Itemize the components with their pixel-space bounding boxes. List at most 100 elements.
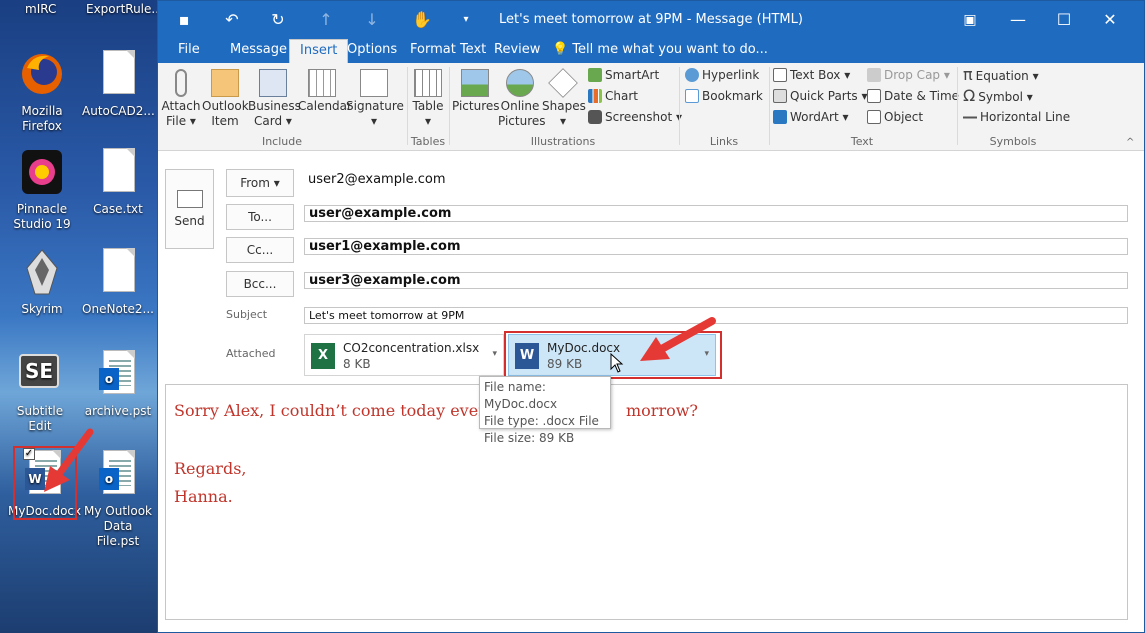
wordart-button[interactable]: WordArt ▾: [773, 107, 849, 127]
date-time-button[interactable]: Date & Time: [867, 86, 959, 106]
table-button[interactable]: Table ▾: [410, 69, 446, 129]
attached-label: Attached: [226, 347, 276, 360]
desktop-icon-onenote[interactable]: OneNote2...: [82, 248, 154, 317]
globe-icon: [685, 68, 699, 82]
shapes-button[interactable]: Shapes ▾: [542, 68, 586, 129]
quick-parts-button[interactable]: Quick Parts ▾: [773, 86, 868, 106]
desktop-icon-autocad[interactable]: AutoCAD2...: [82, 50, 155, 119]
tab-review[interactable]: Review: [484, 39, 550, 63]
hyperlink-button[interactable]: Hyperlink: [685, 65, 759, 85]
camera-icon: [588, 110, 602, 124]
horizontal-line-button[interactable]: Horizontal Line: [963, 107, 1070, 127]
desktop-icon-pinnacle[interactable]: Pinnacle Studio 19: [6, 148, 78, 232]
signature-icon: [360, 69, 388, 97]
object-icon: [867, 110, 881, 124]
desktop-icon-subtitle-edit[interactable]: SE Subtitle Edit: [4, 350, 76, 434]
calendar-icon: [308, 69, 336, 97]
equation-button[interactable]: π Equation ▾: [963, 65, 1039, 85]
desktop-icon-firefox[interactable]: Mozilla Firefox: [6, 50, 78, 134]
tab-message[interactable]: Message: [220, 39, 297, 63]
minimize-icon[interactable]: —: [1006, 9, 1030, 31]
shapes-icon: [548, 68, 578, 98]
bcc-field[interactable]: user3@example.com: [304, 272, 1128, 289]
envelope-icon: [211, 69, 239, 97]
bookmark-button[interactable]: Bookmark: [685, 86, 763, 106]
collapse-ribbon-icon[interactable]: ^: [1126, 137, 1134, 148]
group-label-include: Include: [261, 135, 303, 148]
text-box-icon: [773, 68, 787, 82]
business-card-icon: [259, 69, 287, 97]
outlook-item-button[interactable]: Outlook Item: [202, 69, 249, 129]
from-button[interactable]: From ▾: [226, 169, 294, 197]
body-line-1a: Sorry Alex, I couldn’t come today evenin: [174, 401, 504, 420]
calendar-clock-icon: [867, 89, 881, 103]
business-card-button[interactable]: Business Card ▾: [248, 69, 301, 129]
attachment-xlsx[interactable]: X CO2concentration.xlsx 8 KB ▾: [304, 334, 504, 376]
body-line-regards: Regards,: [174, 459, 247, 478]
chart-button[interactable]: Chart: [588, 86, 638, 106]
lightbulb-icon: 💡: [552, 42, 569, 57]
subtitle-edit-icon: SE: [19, 354, 59, 388]
wordart-icon: [773, 110, 787, 124]
ribbon-tabs: File Message Insert Options Format Text …: [158, 39, 1144, 63]
attachment-tooltip: File name: MyDoc.docx File type: .docx F…: [479, 376, 611, 445]
desktop-icon-skyrim[interactable]: Skyrim: [6, 248, 78, 317]
object-button[interactable]: Object: [867, 107, 923, 127]
group-label-links: Links: [709, 135, 739, 148]
bookmark-icon: [685, 89, 699, 103]
text-box-button[interactable]: Text Box ▾: [773, 65, 850, 85]
tab-options[interactable]: Options: [337, 39, 407, 63]
smartart-icon: [588, 68, 602, 82]
online-pictures-icon: [506, 69, 534, 97]
skyrim-icon: [26, 249, 58, 295]
message-body[interactable]: Sorry Alex, I couldn’t come today evenin…: [165, 384, 1128, 620]
pinnacle-icon: [22, 150, 62, 194]
excel-icon: X: [311, 343, 335, 369]
tab-format-text[interactable]: Format Text: [400, 39, 496, 63]
to-button[interactable]: To...: [226, 204, 294, 230]
cc-button[interactable]: Cc...: [226, 237, 294, 263]
outlook-icon: o: [99, 368, 119, 390]
document-icon: [103, 248, 135, 292]
subject-label: Subject: [226, 308, 268, 321]
attachment-dropdown-icon[interactable]: ▾: [492, 349, 497, 359]
smartart-button[interactable]: SmartArt: [588, 65, 659, 85]
tell-me-search[interactable]: 💡 Tell me what you want to do...: [542, 39, 778, 63]
ribbon-display-icon[interactable]: ▣: [958, 9, 982, 31]
desktop-icon-case-txt[interactable]: Case.txt: [82, 148, 154, 217]
body-line-1b: morrow?: [626, 401, 699, 420]
desktop-top-label-mirc: mIRC: [25, 2, 57, 16]
body-line-name: Hanna.: [174, 487, 233, 506]
bcc-button[interactable]: Bcc...: [226, 271, 294, 297]
ribbon: Attach File ▾ Outlook Item Business Card ▾ …: [158, 63, 1144, 151]
cc-field[interactable]: user1@example.com: [304, 238, 1128, 255]
omega-icon: Ω: [963, 86, 976, 105]
red-arrow-icon: [44, 428, 94, 492]
outlook-message-window: ▪ ↶ ↻ ↑ ↓ ✋ ▾ Let's meet tomorrow at 9PM…: [157, 0, 1145, 633]
online-pictures-button[interactable]: Online Pictures: [498, 69, 546, 129]
table-icon: [414, 69, 442, 97]
signature-button[interactable]: Signature ▾: [346, 69, 404, 129]
group-label-tables: Tables: [410, 135, 446, 148]
window-title: Let's meet tomorrow at 9PM - Message (HT…: [499, 12, 803, 27]
symbol-button[interactable]: Ω Symbol ▾: [963, 86, 1033, 106]
maximize-icon[interactable]: ☐: [1052, 9, 1076, 31]
pi-icon: π: [963, 65, 973, 84]
to-field[interactable]: user@example.com: [304, 205, 1128, 222]
screenshot-button[interactable]: Screenshot ▾: [588, 107, 682, 127]
mouse-cursor-icon: [610, 353, 624, 373]
close-icon[interactable]: ✕: [1098, 9, 1122, 31]
desktop-icon-archive-pst[interactable]: o archive.pst: [82, 350, 154, 419]
drop-cap-icon: [867, 68, 881, 82]
attach-file-button[interactable]: Attach File ▾: [160, 69, 202, 129]
pictures-button[interactable]: Pictures: [452, 69, 500, 114]
title-bar: ▪ ↶ ↻ ↑ ↓ ✋ ▾ Let's meet tomorrow at 9PM…: [158, 1, 1144, 39]
group-label-symbols: Symbols: [989, 135, 1037, 148]
calendar-button[interactable]: Calendar: [298, 69, 352, 114]
send-button[interactable]: Send: [165, 169, 214, 249]
tab-file[interactable]: File: [168, 39, 210, 63]
firefox-icon: [22, 54, 62, 94]
document-icon: [103, 50, 135, 94]
quick-parts-icon: [773, 89, 787, 103]
desktop-top-label-export: ExportRule...: [86, 2, 163, 16]
